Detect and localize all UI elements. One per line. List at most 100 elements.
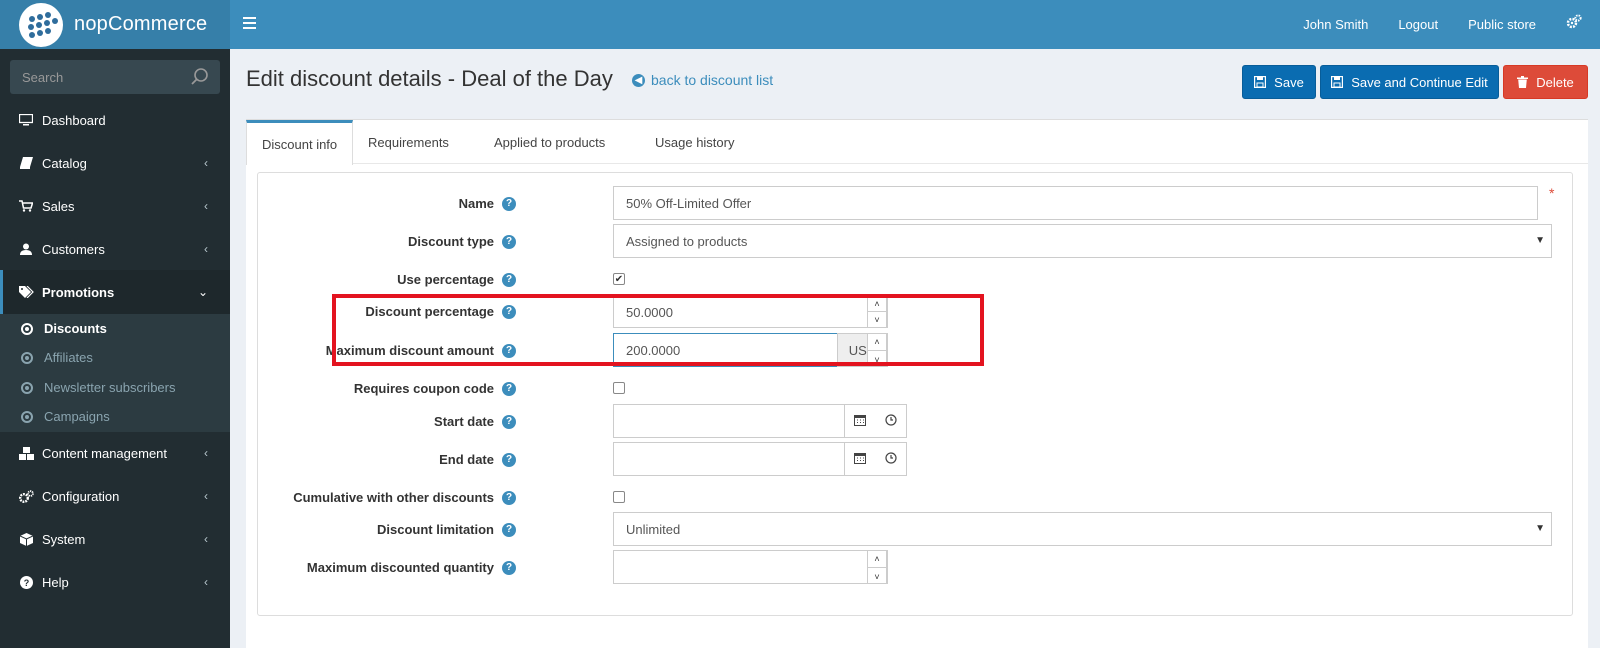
help-icon[interactable]: ? <box>502 490 516 505</box>
user-name-link[interactable]: John Smith <box>1303 17 1368 32</box>
calendar-icon[interactable] <box>854 452 867 467</box>
sidebar-subitem-campaigns[interactable]: Campaigns <box>0 402 230 431</box>
max-discounted-quantity-input[interactable] <box>613 550 888 584</box>
sidebar-subitem-affiliates[interactable]: Affiliates <box>0 343 230 372</box>
delete-button[interactable]: Delete <box>1503 65 1588 99</box>
help-icon[interactable]: ? <box>502 414 516 429</box>
book-icon <box>18 157 34 169</box>
tab-usage-history[interactable]: Usage history <box>655 120 734 164</box>
end-date-label: End date? <box>439 452 516 467</box>
cumulative-checkbox[interactable] <box>613 491 625 503</box>
name-value: 50% Off-Limited Offer <box>626 195 752 211</box>
sidebar-item-configuration[interactable]: Configuration ‹ <box>0 474 230 518</box>
sidebar-item-label: Content management <box>42 445 168 461</box>
tags-icon <box>18 286 34 298</box>
chevron-left-icon: ‹ <box>204 242 208 256</box>
help-icon[interactable]: ? <box>502 234 516 249</box>
sidebar-item-catalog[interactable]: Catalog ‹ <box>0 141 230 185</box>
sidebar-item-label: Configuration <box>42 488 120 504</box>
help-icon[interactable]: ? <box>502 452 516 467</box>
help-icon[interactable]: ? <box>502 560 516 575</box>
hamburger-icon[interactable] <box>243 17 256 29</box>
public-store-link[interactable]: Public store <box>1468 17 1536 32</box>
back-to-list-link[interactable]: ◀ back to discount list <box>632 72 773 88</box>
sidebar-item-label: Customers <box>42 241 105 257</box>
start-date-pickers <box>844 404 906 438</box>
highlight-box <box>332 294 984 366</box>
calendar-icon[interactable] <box>854 414 867 429</box>
requires-coupon-checkbox[interactable] <box>613 382 625 394</box>
arrow-circle-left-icon: ◀ <box>632 73 645 87</box>
clock-icon[interactable] <box>885 451 897 467</box>
chevron-left-icon: ‹ <box>204 489 208 503</box>
chevron-left-icon: ‹ <box>204 156 208 170</box>
chevron-left-icon: ‹ <box>204 446 208 460</box>
save-button[interactable]: Save <box>1242 65 1316 99</box>
circle-dot-icon <box>21 410 33 423</box>
max-discounted-quantity-spinner[interactable]: ˄ ˅ <box>867 550 887 584</box>
tab-requirements[interactable]: Requirements <box>368 120 449 164</box>
sidebar-item-customers[interactable]: Customers ‹ <box>0 227 230 271</box>
promotions-submenu: Discounts Affiliates Newsletter subscrib… <box>0 314 230 432</box>
discount-type-select[interactable]: Assigned to products ▼ <box>613 224 1552 258</box>
sidebar-subitem-discounts[interactable]: Discounts <box>0 314 230 343</box>
sidebar-item-promotions[interactable]: Promotions ⌄ <box>0 270 230 314</box>
floppy-icon <box>1254 76 1267 88</box>
sidebar-item-dashboard[interactable]: Dashboard <box>0 98 230 142</box>
save-continue-label: Save and Continue Edit <box>1351 74 1488 90</box>
circle-dot-icon <box>21 322 33 335</box>
sidebar-item-label: System <box>42 531 86 547</box>
sidebar-item-help[interactable]: ? Help ‹ <box>0 560 230 604</box>
discount-limitation-select[interactable]: Unlimited ▼ <box>613 512 1552 546</box>
sidebar-item-content-management[interactable]: Content management ‹ <box>0 431 230 475</box>
sidebar-subitem-newsletter[interactable]: Newsletter subscribers <box>0 373 230 402</box>
svg-text:?: ? <box>23 578 29 588</box>
tab-discount-info[interactable]: Discount info <box>246 120 354 165</box>
delete-label: Delete <box>1536 74 1574 90</box>
sidebar-item-sales[interactable]: Sales ‹ <box>0 184 230 228</box>
cumulative-label: Cumulative with other discounts? <box>293 490 516 505</box>
save-label: Save <box>1274 74 1304 90</box>
app-name: nopCommerce <box>74 13 208 35</box>
requires-coupon-label: Requires coupon code? <box>354 381 516 396</box>
sidebar-item-label: Sales <box>42 198 75 214</box>
help-icon[interactable]: ? <box>502 196 516 211</box>
use-percentage-checkbox[interactable]: ✔ <box>613 273 625 285</box>
discount-type-value: Assigned to products <box>626 233 748 249</box>
sidebar: Dashboard Catalog ‹ Sales ‹ Customers ‹ … <box>0 49 230 648</box>
sidebar-item-label: Promotions <box>42 284 115 300</box>
user-icon <box>18 243 34 255</box>
sidebar-item-system[interactable]: System ‹ <box>0 517 230 561</box>
help-icon[interactable]: ? <box>502 522 516 537</box>
tab-applied-to-products[interactable]: Applied to products <box>494 120 605 164</box>
logo-icon <box>19 2 63 47</box>
clock-icon[interactable] <box>885 413 897 429</box>
logo[interactable]: nopCommerce <box>0 0 230 49</box>
gears-icon <box>18 489 34 503</box>
use-percentage-label: Use percentage? <box>397 272 516 287</box>
chevron-up-icon[interactable]: ˄ <box>868 551 886 568</box>
cube-icon <box>18 532 34 546</box>
end-date-input[interactable] <box>613 442 907 476</box>
search-input[interactable] <box>10 60 180 94</box>
logout-link[interactable]: Logout <box>1398 17 1438 32</box>
discount-edit-panel: Discount info Requirements Applied to pr… <box>246 119 1588 648</box>
chevron-left-icon: ‹ <box>204 199 208 213</box>
required-asterisk: * <box>1549 185 1555 201</box>
search-icon[interactable] <box>190 67 210 87</box>
help-icon[interactable]: ? <box>502 272 516 287</box>
name-input[interactable]: 50% Off-Limited Offer <box>613 186 1538 220</box>
start-date-input[interactable] <box>613 404 907 438</box>
save-continue-button[interactable]: Save and Continue Edit <box>1320 65 1499 99</box>
chevron-down-icon[interactable]: ˅ <box>868 568 886 585</box>
cubes-icon <box>18 446 34 460</box>
tab-label: Usage history <box>655 134 735 150</box>
page-title: Edit discount details - Deal of the Day <box>246 66 613 91</box>
help-icon[interactable]: ? <box>502 381 516 396</box>
gears-icon[interactable] <box>1566 14 1582 35</box>
chevron-left-icon: ‹ <box>204 575 208 589</box>
sidebar-subitem-label: Discounts <box>44 321 107 336</box>
discount-limitation-value: Unlimited <box>626 521 681 537</box>
tab-bar: Discount info Requirements Applied to pr… <box>246 120 1588 165</box>
tab-label: Requirements <box>368 134 449 150</box>
